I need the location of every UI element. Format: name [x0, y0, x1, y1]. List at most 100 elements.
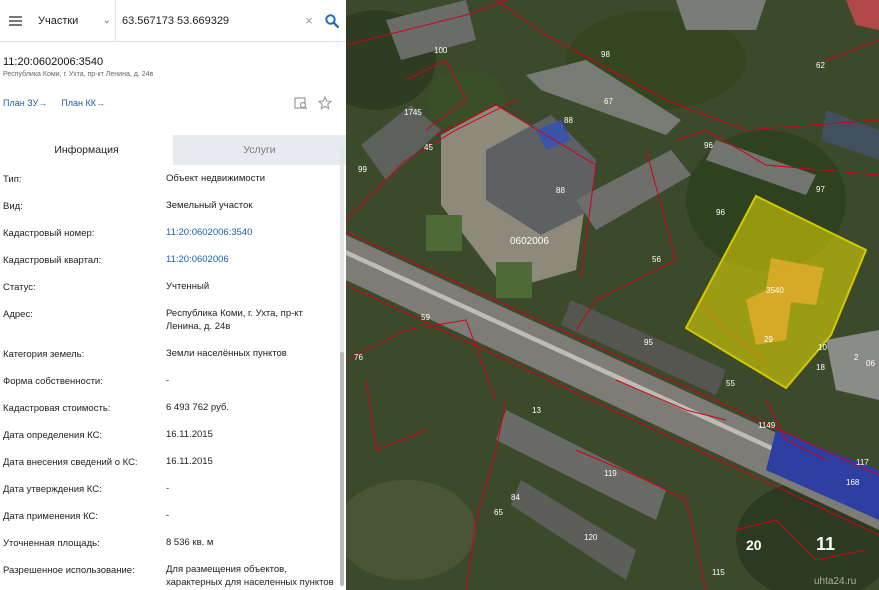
road-number: 11: [816, 534, 835, 554]
object-title: 11:20:0602006:3540: [3, 56, 104, 68]
parcel-number: 13: [532, 406, 541, 415]
object-header: 11:20:0602006:3540 Республика Коми, г. У…: [0, 42, 346, 135]
row-value: -: [166, 375, 170, 386]
row-value: 16.11.2015: [166, 429, 213, 440]
row-value: Республика Коми, г. Ухта, пр-кт Ленина, …: [166, 308, 303, 332]
plan-kk-link[interactable]: План КК →: [61, 98, 105, 108]
row-entry-date: Дата внесения сведений о КС: 16.11.2015: [0, 448, 346, 475]
row-label: Дата утверждения КС:: [3, 484, 102, 495]
row-value: 6 493 762 руб.: [166, 402, 230, 413]
row-label: Разрешенное использование:: [3, 565, 135, 576]
row-value: Земли населённых пунктов: [166, 348, 287, 359]
row-kind: Вид: Земельный участок: [0, 192, 346, 219]
row-label: Уточненная площадь:: [3, 538, 100, 549]
row-value-date: Дата определения КС: 16.11.2015: [0, 421, 346, 448]
satellite-map[interactable]: 3540 29 0602006 20 11 100 98 62 67 88 88…: [346, 0, 879, 590]
map-view[interactable]: 3540 29 0602006 20 11 100 98 62 67 88 88…: [346, 0, 879, 590]
row-status: Статус: Учтенный: [0, 273, 346, 300]
row-area: Уточненная площадь: 8 536 кв. м: [0, 529, 346, 556]
info-panel: Участки ⌄ × ❮ 11:20:0602006:3540 Республ…: [0, 0, 346, 590]
row-land-category: Категория земель: Земли населённых пункт…: [0, 340, 346, 367]
parcel-number: 98: [601, 50, 610, 59]
parcel-number: 1745: [404, 108, 422, 117]
locate-on-map-icon[interactable]: [294, 96, 308, 110]
favorite-star-icon[interactable]: [318, 96, 332, 110]
parcel-number: 56: [652, 255, 661, 264]
row-label: Категория земель:: [3, 349, 85, 360]
row-label: Форма собственности:: [3, 376, 103, 387]
object-address: Республика Коми, г. Ухта, пр-кт Ленина, …: [3, 71, 154, 78]
search-type-label: Участки: [38, 14, 79, 27]
row-label: Дата применения КС:: [3, 511, 99, 522]
row-permitted-use: Разрешенное использование: Для размещени…: [0, 556, 346, 590]
row-label: Адрес:: [3, 309, 33, 320]
parcel-number: 88: [556, 186, 565, 195]
tabs: Информация Услуги: [0, 135, 346, 165]
parcel-number: 84: [511, 493, 520, 502]
lawn: [496, 262, 532, 298]
quarter-label: 0602006: [510, 236, 549, 247]
parcel-number: 99: [358, 165, 367, 174]
search-bar: Участки ⌄ × ❮: [0, 0, 346, 42]
clear-icon[interactable]: ×: [300, 13, 318, 28]
parcel-number: 97: [816, 185, 825, 194]
parcel-number: 100: [434, 46, 448, 55]
row-value: Для размещения объектов, характерных для…: [166, 564, 334, 588]
row-approval-date: Дата утверждения КС: -: [0, 475, 346, 502]
scrollbar-thumb[interactable]: [340, 352, 344, 586]
parcel-number: 65: [494, 508, 503, 517]
search-button[interactable]: [318, 0, 346, 42]
row-ownership: Форма собственности: -: [0, 367, 346, 394]
properties-list: Тип: Объект недвижимости Вид: Земельный …: [0, 165, 346, 590]
cadastral-quarter-link[interactable]: 11:20:0602006: [166, 253, 346, 266]
row-cadastral-value: Кадастровая стоимость: 6 493 762 руб.: [0, 394, 346, 421]
row-label: Дата определения КС:: [3, 430, 103, 441]
cadastral-number-link[interactable]: 11:20:0602006:3540: [166, 226, 346, 239]
row-label: Вид:: [3, 201, 23, 212]
row-label: Статус:: [3, 282, 36, 293]
row-cadastral-quarter: Кадастровый квартал: 11:20:0602006: [0, 246, 346, 273]
lawn: [426, 215, 462, 251]
plan-kk-label: План КК: [61, 98, 96, 108]
row-label: Кадастровый квартал:: [3, 255, 102, 266]
watermark: uhta24.ru: [814, 576, 856, 587]
search-icon: [325, 13, 339, 28]
parcel-number: 62: [816, 61, 825, 70]
arrow-right-icon: →: [95, 98, 105, 108]
row-label: Дата внесения сведений о КС:: [3, 457, 138, 468]
arrow-right-icon: →: [38, 98, 48, 108]
row-application-date: Дата применения КС: -: [0, 502, 346, 529]
tab-services[interactable]: Услуги: [173, 135, 346, 165]
parcel-number: 119: [604, 469, 617, 478]
tab-info[interactable]: Информация: [0, 135, 173, 165]
menu-button[interactable]: [0, 0, 30, 42]
row-cadastral-number: Кадастровый номер: 11:20:0602006:3540: [0, 219, 346, 246]
parcel-number: 18: [816, 363, 825, 372]
row-value: Земельный участок: [166, 200, 253, 211]
row-label: Кадастровый номер:: [3, 228, 95, 239]
parcel-number: 2: [854, 353, 859, 362]
row-value: 16.11.2015: [166, 456, 213, 467]
plan-zu-link[interactable]: План ЗУ →: [3, 98, 47, 108]
parcel-number: 115: [712, 568, 725, 577]
row-label: Кадастровая стоимость:: [3, 403, 111, 414]
search-input[interactable]: [116, 0, 300, 42]
row-type: Тип: Объект недвижимости: [0, 165, 346, 192]
parcel-number: 1149: [758, 421, 776, 430]
plan-zu-label: План ЗУ: [3, 98, 39, 108]
parcel-number: 76: [354, 353, 363, 362]
parcel-number: 95: [644, 338, 653, 347]
parcel-number: 96: [704, 141, 713, 150]
parcel-small-label: 29: [764, 335, 773, 344]
parcel-number: 06: [866, 359, 875, 368]
parcel-number: 96: [716, 208, 725, 217]
parcel-number: 88: [564, 116, 573, 125]
search-type-select[interactable]: Участки ⌄: [30, 0, 116, 42]
parcel-number: 67: [604, 97, 613, 106]
parcel-label: 3540: [766, 286, 784, 295]
parcel-number: 117: [856, 458, 869, 467]
parcel-number: 10: [818, 343, 827, 352]
chevron-down-icon: ⌄: [102, 14, 111, 26]
parcel-number: 55: [726, 379, 735, 388]
parcel-number: 45: [424, 143, 433, 152]
